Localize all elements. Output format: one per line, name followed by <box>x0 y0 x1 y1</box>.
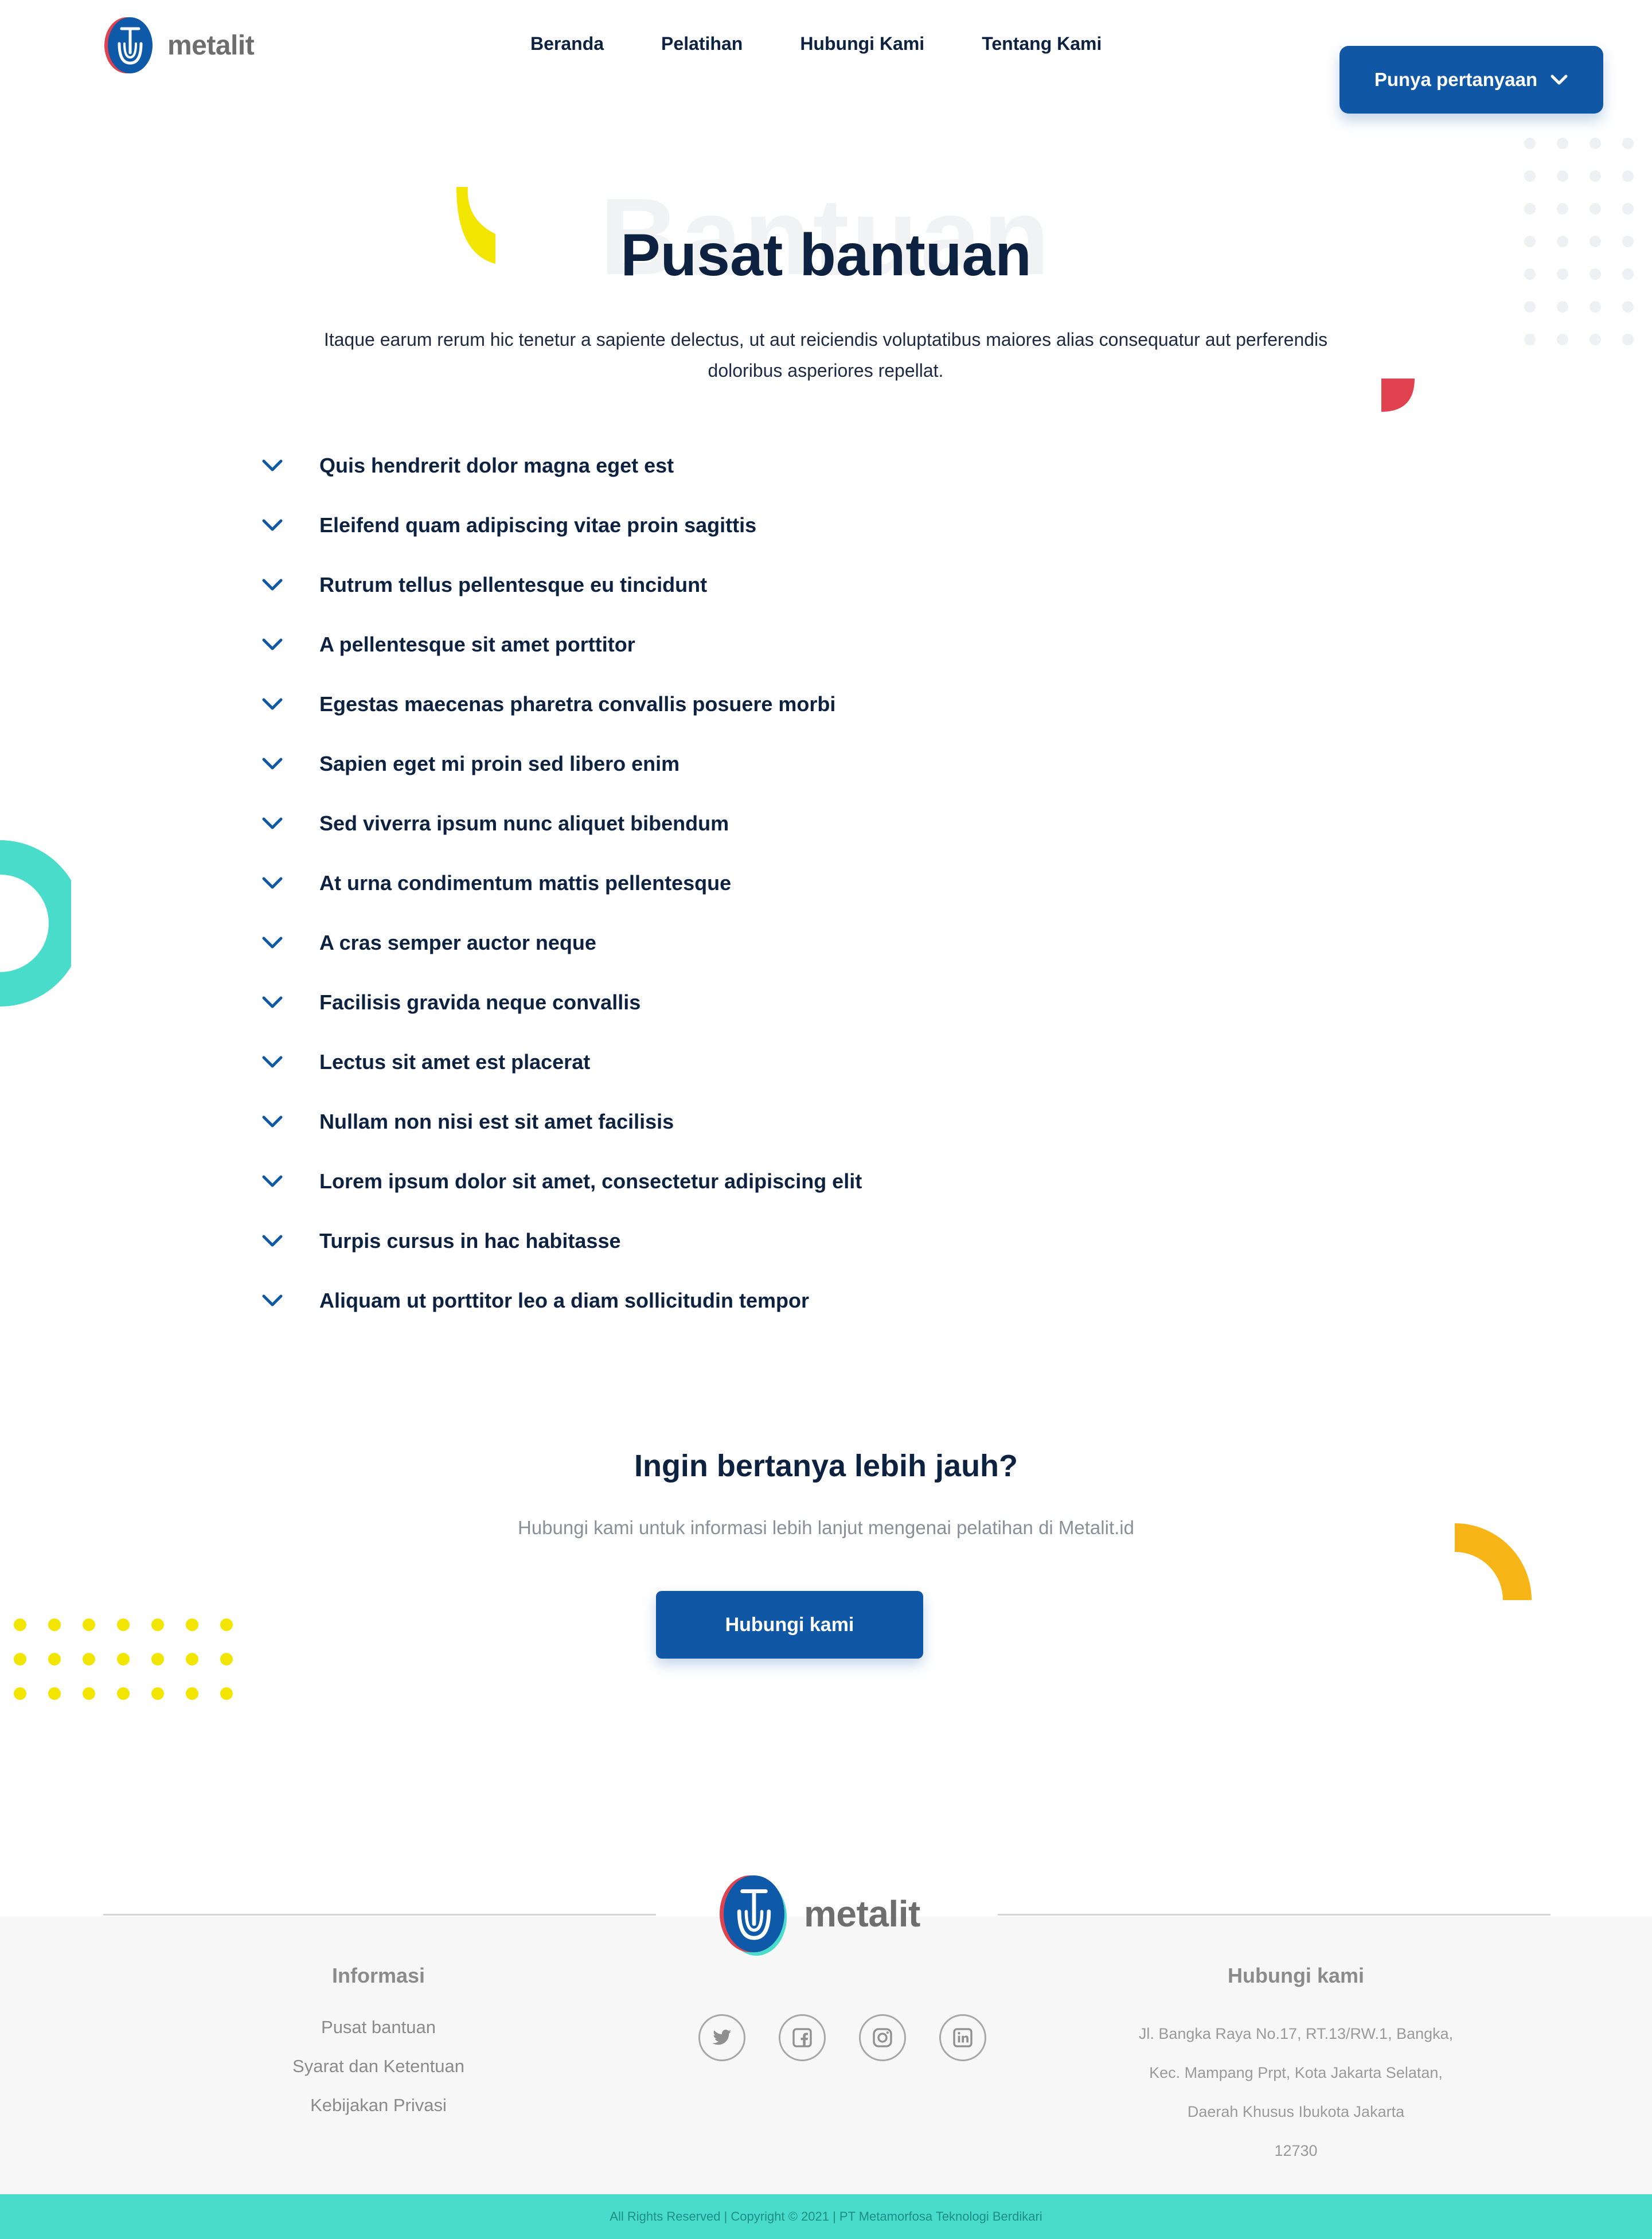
page-description: Itaque earum rerum hic tenetur a sapient… <box>323 329 1328 381</box>
chevron-down-icon <box>262 877 283 889</box>
faq-item[interactable]: Lectus sit amet est placerat <box>261 1032 1293 1092</box>
faq-question: Sed viverra ipsum nunc aliquet bibendum <box>319 812 729 835</box>
footer-info-title: Informasi <box>331 1964 425 1987</box>
instagram-icon <box>873 2028 892 2047</box>
faq-item[interactable]: Lorem ipsum dolor sit amet, consectetur … <box>261 1152 1293 1211</box>
faq-question: Eleifend quam adipiscing vitae proin sag… <box>319 513 757 537</box>
linkedin-icon <box>953 2028 973 2047</box>
question-dropdown-button[interactable]: Punya pertanyaan <box>1339 46 1603 114</box>
footer-link-privacy[interactable]: Kebijakan Privasi <box>264 2095 493 2116</box>
faq-question: Turpis cursus in hac habitasse <box>319 1229 621 1253</box>
faq-item[interactable]: Aliquam ut porttitor leo a diam sollicit… <box>261 1271 1293 1331</box>
chevron-down-icon <box>262 937 283 949</box>
faq-item[interactable]: Nullam non nisi est sit amet facilisis <box>261 1092 1293 1152</box>
chevron-down-icon <box>262 1175 283 1187</box>
footer-link-help-center[interactable]: Pusat bantuan <box>264 2017 493 2038</box>
chevron-down-icon <box>262 698 283 710</box>
faq-question: Sapien eget mi proin sed libero enim <box>319 752 680 775</box>
teal-ring-decoration <box>0 840 71 1007</box>
footer-link-terms[interactable]: Syarat dan Ketentuan <box>264 2056 493 2077</box>
twitter-icon <box>712 2030 732 2045</box>
nav-tentang-kami[interactable]: Tentang Kami <box>982 33 1102 54</box>
faq-list: Quis hendrerit dolor magna eget est Eleif… <box>261 436 1293 1331</box>
footer-logo-mark-icon <box>724 1875 784 1952</box>
chevron-down-icon <box>262 996 283 1008</box>
faq-question: A cras semper auctor neque <box>319 931 596 954</box>
faq-question: Aliquam ut porttitor leo a diam sollicit… <box>319 1289 810 1312</box>
chevron-down-icon <box>262 459 283 471</box>
nav-pelatihan[interactable]: Pelatihan <box>661 33 743 54</box>
faq-question: Lorem ipsum dolor sit amet, consectetur … <box>319 1169 862 1193</box>
cta-title: Ingin bertanya lebih jauh? <box>634 1449 1018 1483</box>
address-line: Daerah Khusus Ibukota Jakarta <box>1187 2103 1405 2120</box>
logo-mark-icon <box>108 17 153 73</box>
faq-question: At urna condimentum mattis pellentesque <box>319 871 732 895</box>
faq-item[interactable]: Quis hendrerit dolor magna eget est <box>261 436 1293 496</box>
chevron-down-icon <box>262 817 283 829</box>
chevron-down-icon <box>262 758 283 770</box>
footer-logo-text: metalit <box>804 1893 920 1934</box>
faq-question: Rutrum tellus pellentesque eu tincidunt <box>319 573 708 596</box>
faq-item[interactable]: Eleifend quam adipiscing vitae proin sag… <box>261 496 1293 555</box>
address-postal-code: 12730 <box>1274 2142 1318 2159</box>
question-button-label: Punya pertanyaan <box>1374 69 1538 90</box>
footer-address: Jl. Bangka Raya No.17, RT.13/RW.1, Bangk… <box>1110 2014 1482 2170</box>
faq-question: Egestas maecenas pharetra convallis posu… <box>319 692 836 716</box>
chevron-down-icon <box>262 519 283 531</box>
linkedin-link[interactable] <box>939 2014 986 2061</box>
nav-hubungi-kami[interactable]: Hubungi Kami <box>800 33 924 54</box>
faq-item[interactable]: Sed viverra ipsum nunc aliquet bibendum <box>261 794 1293 853</box>
faq-item[interactable]: Rutrum tellus pellentesque eu tincidunt <box>261 555 1293 615</box>
cta-subtitle: Hubungi kami untuk informasi lebih lanju… <box>518 1517 1134 1538</box>
faq-question: Quis hendrerit dolor magna eget est <box>319 454 674 477</box>
footer-divider-left <box>103 1914 656 1916</box>
red-quarter-decoration <box>1381 379 1415 412</box>
nav-beranda[interactable]: Beranda <box>530 33 604 54</box>
address-line: Jl. Bangka Raya No.17, RT.13/RW.1, Bangk… <box>1138 2025 1454 2042</box>
faq-item[interactable]: Egestas maecenas pharetra convallis posu… <box>261 674 1293 734</box>
chevron-down-icon <box>262 1235 283 1247</box>
header-logo[interactable]: metalit <box>108 17 255 73</box>
yellow-dot-grid-decoration <box>14 1618 255 1722</box>
chevron-down-icon <box>262 638 283 650</box>
faq-item[interactable]: Turpis cursus in hac habitasse <box>261 1211 1293 1271</box>
faq-item[interactable]: At urna condimentum mattis pellentesque <box>261 853 1293 913</box>
footer-logo[interactable]: metalit <box>724 1875 920 1952</box>
logo-text: metalit <box>167 30 255 61</box>
faq-question: A pellentesque sit amet porttitor <box>319 633 635 656</box>
copyright-text: All Rights Reserved | Copyright © 2021 |… <box>610 2209 1042 2224</box>
footer-divider-right <box>998 1914 1551 1916</box>
footer-contact-title: Hubungi kami <box>1227 1964 1364 1987</box>
twitter-link[interactable] <box>698 2014 745 2061</box>
instagram-link[interactable] <box>859 2014 906 2061</box>
faq-question: Lectus sit amet est placerat <box>319 1050 591 1074</box>
chevron-down-icon <box>262 1294 283 1306</box>
facebook-link[interactable] <box>779 2014 826 2061</box>
faq-item[interactable]: A pellentesque sit amet porttitor <box>261 615 1293 674</box>
faq-item[interactable]: A cras semper auctor neque <box>261 913 1293 973</box>
chevron-down-icon <box>1551 75 1568 85</box>
faq-question: Nullam non nisi est sit amet facilisis <box>319 1110 674 1133</box>
faq-item[interactable]: Sapien eget mi proin sed libero enim <box>261 734 1293 794</box>
contact-us-button[interactable]: Hubungi kami <box>656 1591 923 1659</box>
facebook-icon <box>792 2028 812 2047</box>
copyright-bar: All Rights Reserved | Copyright © 2021 |… <box>0 2194 1652 2239</box>
faq-item[interactable]: Facilisis gravida neque convallis <box>261 973 1293 1032</box>
chevron-down-icon <box>262 1115 283 1128</box>
page-title: Pusat bantuan <box>620 222 1032 288</box>
faq-question: Facilisis gravida neque convallis <box>319 990 641 1014</box>
chevron-down-icon <box>262 1056 283 1068</box>
address-line: Kec. Mampang Prpt, Kota Jakarta Selatan, <box>1149 2064 1443 2081</box>
main-nav: Beranda Pelatihan Hubungi Kami Tentang K… <box>530 33 1159 54</box>
chevron-down-icon <box>262 579 283 591</box>
